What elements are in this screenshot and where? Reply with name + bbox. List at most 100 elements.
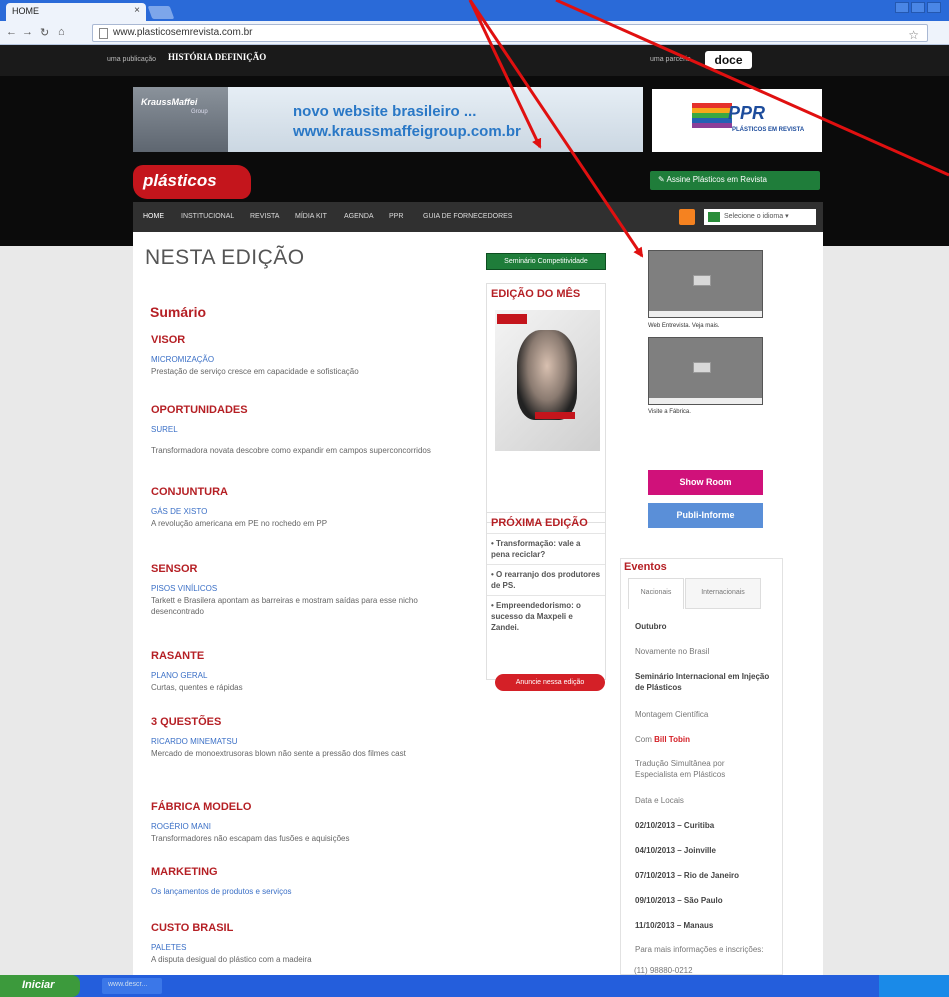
section-link[interactable]: GÁS DE XISTO (151, 507, 471, 516)
event-date: 07/10/2013 – Rio de Janeiro (635, 871, 740, 880)
section-link[interactable]: MICROMIZAÇÃO (151, 355, 471, 364)
partner-label: uma parceria (650, 56, 691, 63)
bookmark-star-icon[interactable]: ☆ (908, 28, 919, 42)
section-title: OPORTUNIDADES (151, 404, 248, 416)
section-link[interactable]: Os lançamentos de produtos e serviços (151, 887, 471, 896)
kraussmaffei-banner[interactable]: KraussMaffei Group novo website brasilei… (133, 87, 643, 152)
summary-section: FÁBRICA MODELO ROGÉRIO MANI Transformado… (151, 801, 471, 844)
events-box: Eventos Nacionais Internacionais Outubro… (620, 558, 783, 975)
section-title: FÁBRICA MODELO (151, 801, 252, 813)
summary-section: CUSTO BRASIL PALETES A disputa desigual … (151, 922, 471, 965)
video-progress-bar[interactable] (649, 311, 762, 317)
start-button[interactable]: Iniciar (0, 975, 80, 997)
section-link[interactable]: PLANO GERAL (151, 671, 471, 680)
tab-nacionais[interactable]: Nacionais (628, 578, 684, 609)
address-bar[interactable]: www.plasticosemrevista.com.br ☆ (92, 24, 928, 42)
site-logo[interactable]: plásticos (133, 165, 251, 199)
video-progress-bar[interactable] (649, 398, 762, 404)
new-tab-button[interactable] (147, 6, 175, 19)
showroom-button[interactable]: Show Room (648, 470, 763, 495)
event-dates-label: Data e Locais (635, 796, 684, 805)
km-logo: KraussMaffei (141, 97, 198, 107)
event-month: Outubro (635, 622, 667, 631)
section-link[interactable]: RICARDO MINEMATSU (151, 737, 471, 746)
video-player-interview[interactable] (648, 250, 763, 318)
main-nav: HOME INSTITUCIONAL REVISTA MÍDIA KIT AGE… (133, 202, 823, 232)
main-content: NESTA EDIÇÃO Sumário VISOR MICROMIZAÇÃO … (133, 232, 823, 975)
ppr-subtitle: PLÁSTICOS EM REVISTA (732, 127, 805, 133)
rss-icon[interactable] (679, 209, 695, 225)
google-translate-icon (708, 212, 720, 222)
video-player-factory[interactable] (648, 337, 763, 405)
publisher-logo[interactable]: HISTÓRIA DEFINIÇÃO (168, 52, 266, 62)
magazine-cover-image[interactable] (495, 310, 600, 451)
subscribe-button[interactable]: ✎ Assine Plásticos em Revista (650, 171, 820, 190)
event-date: 02/10/2013 – Curitiba (635, 821, 715, 830)
video-caption[interactable]: Web Entrevista. Veja mais. (648, 323, 720, 329)
section-desc: A revolução americana em PE no rochedo e… (151, 519, 328, 528)
seminar-button[interactable]: Seminário Competitividade (486, 253, 606, 270)
nav-midia-kit[interactable]: MÍDIA KIT (295, 213, 327, 220)
event-montage: Montagem Científica (635, 710, 709, 719)
nav-ppr[interactable]: PPR (389, 213, 403, 220)
language-select[interactable]: Selecione o idioma ▾ (704, 209, 816, 225)
summary-title: Sumário (150, 304, 207, 320)
taskbar-item[interactable]: www.descr... (102, 978, 162, 994)
page-icon (99, 28, 108, 39)
ppr-banner[interactable]: PPR PLÁSTICOS EM REVISTA (652, 89, 822, 152)
summary-section: MARKETING Os lançamentos de produtos e s… (151, 866, 471, 896)
minimize-button[interactable] (895, 2, 909, 13)
reload-icon[interactable]: ↻ (40, 26, 49, 39)
section-title: RASANTE (151, 650, 205, 662)
event-date: 09/10/2013 – São Paulo (635, 896, 723, 905)
nav-revista[interactable]: REVISTA (250, 213, 279, 220)
url-text: www.plasticosemrevista.com.br (113, 27, 253, 38)
cover-highlight (535, 412, 575, 419)
cover-portrait (517, 330, 577, 420)
section-link[interactable]: PISOS VINÍLICOS (151, 584, 471, 593)
nav-home[interactable]: HOME (143, 213, 164, 220)
partner-logo[interactable]: doce (705, 51, 752, 69)
section-link[interactable]: SUREL (151, 425, 471, 434)
web-page: uma publicação HISTÓRIA DEFINIÇÃO uma pa… (0, 45, 949, 975)
play-icon[interactable] (693, 275, 711, 286)
back-arrow-icon[interactable]: ← (6, 26, 17, 38)
nav-agenda[interactable]: AGENDA (344, 213, 374, 220)
video-caption[interactable]: Visite a Fábrica. (648, 409, 691, 415)
section-title: MARKETING (151, 866, 218, 878)
edition-title: EDIÇÃO DO MÊS (491, 288, 581, 300)
event-name: Seminário Internacional em Injeção de Pl… (635, 672, 770, 692)
edition-box: EDIÇÃO DO MÊS (486, 283, 606, 523)
forward-arrow-icon[interactable]: → (22, 26, 33, 38)
nav-guia-fornecedores[interactable]: GUIA DE FORNECEDORES (423, 213, 512, 220)
summary-section: SENSOR PISOS VINÍLICOS Tarkett e Brasile… (151, 563, 471, 617)
nav-institucional[interactable]: INSTITUCIONAL (181, 213, 234, 220)
cover-tag (497, 314, 527, 324)
tab-close-icon[interactable]: × (134, 5, 140, 16)
km-logo-panel: KraussMaffei Group (133, 87, 228, 152)
publi-informe-button[interactable]: Publi-Informe (648, 503, 763, 528)
speaker-name[interactable]: Bill Tobin (654, 735, 690, 744)
maximize-button[interactable] (911, 2, 925, 13)
browser-tab-strip: HOME × (0, 0, 949, 21)
next-edition-item: • O rearranjo dos produtores de PS. (487, 564, 605, 595)
section-desc: Curtas, quentes e rápidas (151, 683, 243, 692)
tab-internacionais[interactable]: Internacionais (685, 578, 761, 609)
windows-taskbar: Iniciar www.descr... (0, 975, 949, 997)
section-desc: Prestação de serviço cresce em capacidad… (151, 367, 359, 376)
section-link[interactable]: PALETES (151, 943, 471, 952)
play-icon[interactable] (693, 362, 711, 373)
advertise-button[interactable]: Anuncie nessa edição (495, 674, 605, 691)
browser-tab[interactable]: HOME × (6, 3, 146, 21)
km-sub: Group (191, 109, 208, 115)
ppr-logo: PPR (728, 103, 766, 123)
home-icon[interactable]: ⌂ (58, 26, 65, 38)
section-link[interactable]: ROGÉRIO MANI (151, 822, 471, 831)
publisher-bar: uma publicação HISTÓRIA DEFINIÇÃO uma pa… (0, 45, 949, 76)
close-window-button[interactable] (927, 2, 941, 13)
summary-section: RASANTE PLANO GERAL Curtas, quentes e rá… (151, 650, 471, 693)
section-title: VISOR (151, 334, 186, 346)
page-title: NESTA EDIÇÃO (145, 246, 305, 269)
next-edition-box: PRÓXIMA EDIÇÃO • Transformação: vale a p… (486, 512, 606, 680)
system-tray (879, 975, 949, 997)
